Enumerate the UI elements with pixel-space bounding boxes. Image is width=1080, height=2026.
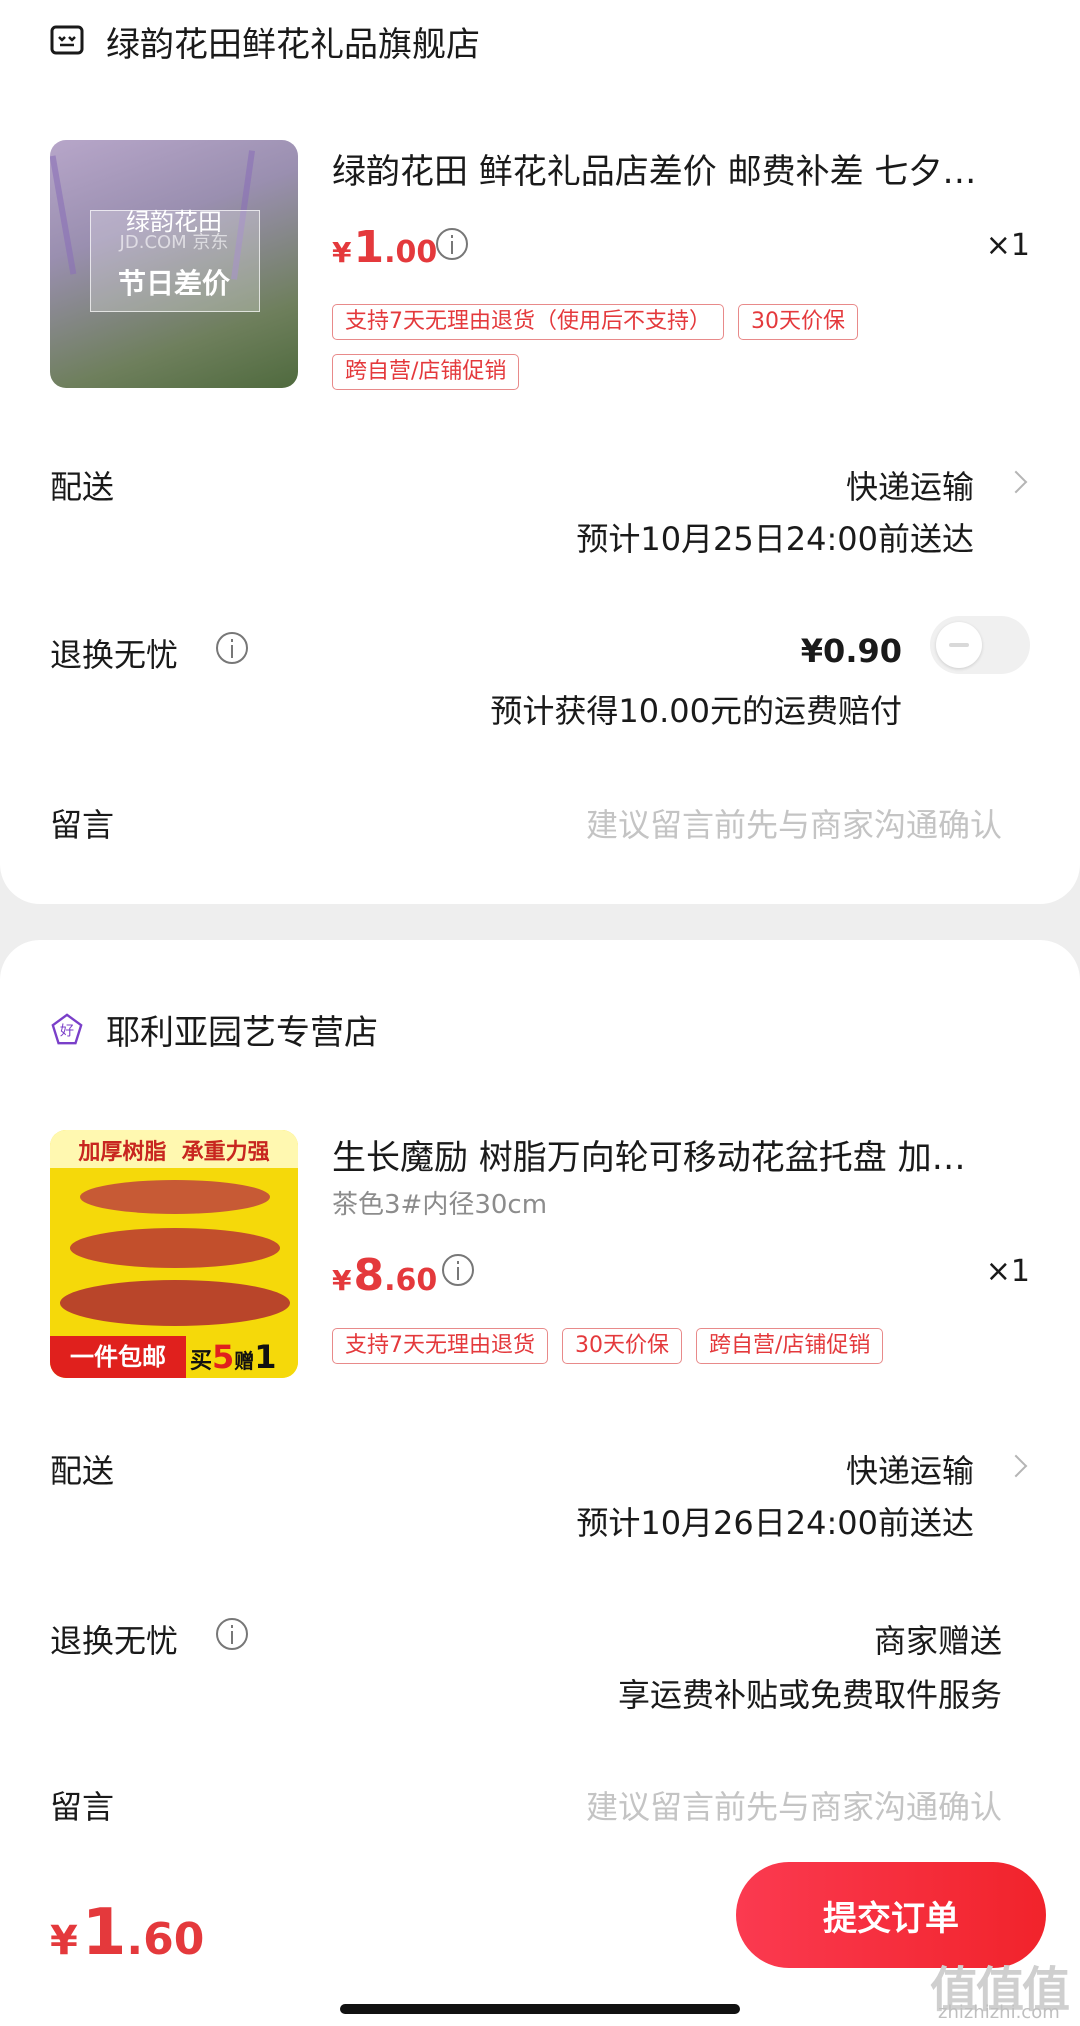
price-info-icon[interactable] [436,228,468,260]
product-image[interactable]: 绿韵花田 JD.COM 京东 节日差价 [50,140,298,388]
promo-a: 买 [190,1349,213,1374]
quantity: ×1 [985,228,1030,263]
delivery-eta: 预计10月25日24:00前送达 [576,520,974,558]
home-indicator[interactable] [340,2004,740,2014]
thumb-promo: 买 5 赠 1 [190,1336,277,1378]
thumb-title-text: 节日差价 [117,267,230,300]
price-decimal: .00 [384,235,438,270]
total-decimal: .60 [126,1914,205,1965]
message-input[interactable]: 建议留言前先与商家沟通确认 [586,1782,1002,1828]
store-header[interactable]: 好 耶利亚园艺专营店 [50,1004,378,1054]
price-info-icon[interactable] [442,1254,474,1286]
thumb-jd-text: JD.COM 京东 [119,232,229,253]
store-header[interactable]: 绿韵花田鲜花礼品旗舰店 [50,16,480,66]
delivery-label: 配送 [50,1452,115,1490]
returns-desc: 享运费补贴或免费取件服务 [617,1676,1002,1714]
tag-price-protect: 30天价保 [562,1328,682,1364]
product-spec[interactable]: 茶色3#内径30cm [332,1184,547,1221]
store-card-1: 绿韵花田鲜花礼品旗舰店 绿韵花田 JD.COM 京东 节日差价 绿韵花田 鲜花礼… [0,0,1080,904]
product-title[interactable]: 绿韵花田 鲜花礼品店差价 邮费补差 七夕… [332,144,1012,193]
product-price: ¥ 1 .00 [332,222,437,273]
watermark-url: zhizhizhi.com [938,2002,1060,2023]
checkout-bar: ¥ 1 .60 提交订单 值值值 zhizhizhi.com [0,1846,1080,2026]
thumb-shipping-text: 一件包邮 [50,1336,186,1378]
tag-price-protect: 30天价保 [738,304,858,340]
store-icon [50,24,84,58]
tag-return-policy: 支持7天无理由退货 [332,1328,548,1364]
delivery-method[interactable]: 快递运输 [846,1446,974,1492]
toggle-knob [936,622,982,668]
product-price: ¥ 8 .60 [332,1250,437,1301]
returns-info-icon[interactable] [216,1618,248,1650]
tag-promo: 跨自营/店铺促销 [696,1328,884,1364]
promo-d: 1 [254,1338,277,1376]
service-tags: 支持7天无理由退货 30天价保 跨自营/店铺促销 [332,1328,1032,1364]
returns-price: ¥0.90 [800,632,902,670]
message-label: 留言 [50,1788,115,1826]
price-symbol: ¥ [332,1264,352,1297]
chevron-right-icon[interactable] [1004,470,1028,494]
returns-label: 退换无忧 [50,1622,179,1660]
returns-label: 退换无忧 [50,636,179,674]
returns-value: 商家赠送 [873,1622,1002,1660]
delivery-eta: 预计10月26日24:00前送达 [576,1504,974,1542]
tag-promo: 跨自营/店铺促销 [332,354,520,390]
tag-return-policy: 支持7天无理由退货（使用后不支持） [332,304,724,340]
delivery-label: 配送 [50,468,115,506]
store-badge-icon: 好 [50,1012,84,1046]
total-price: ¥ 1 .60 [50,1896,204,1970]
chevron-right-icon[interactable] [1004,1454,1028,1478]
promo-c: 赠 [234,1349,255,1373]
service-tags: 支持7天无理由退货（使用后不支持） 30天价保 跨自营/店铺促销 [332,304,952,390]
product-image[interactable]: 加厚树脂 承重力强 一件包邮 买 5 赠 1 [50,1130,298,1378]
total-symbol: ¥ [50,1918,78,1964]
price-decimal: .60 [384,1263,438,1298]
price-integer: 1 [353,222,385,273]
returns-toggle[interactable] [930,616,1030,674]
quantity: ×1 [985,1254,1030,1289]
promo-b: 5 [212,1338,235,1376]
badge-char: 好 [60,1024,74,1040]
price-symbol: ¥ [332,236,352,269]
returns-info-icon[interactable] [216,632,248,664]
store-name: 绿韵花田鲜花礼品旗舰店 [106,24,480,65]
product-title[interactable]: 生长魔励 树脂万向轮可移动花盆托盘 加… [332,1130,1012,1179]
store-name: 耶利亚园艺专营店 [106,1012,378,1053]
total-integer: 1 [81,1896,127,1970]
returns-desc: 预计获得10.00元的运费赔付 [490,692,902,730]
thumb-top-text: 加厚树脂 承重力强 [78,1140,270,1165]
price-integer: 8 [353,1250,385,1301]
delivery-method[interactable]: 快递运输 [846,462,974,508]
message-input[interactable]: 建议留言前先与商家沟通确认 [586,800,1002,846]
message-label: 留言 [50,806,115,844]
